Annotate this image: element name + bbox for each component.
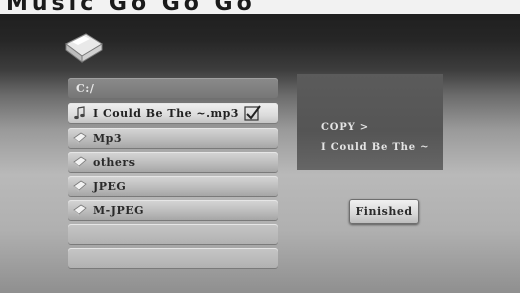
folder-icon bbox=[73, 180, 87, 192]
list-item-empty bbox=[68, 248, 278, 268]
list-item-empty bbox=[68, 224, 278, 244]
list-item-label: Mp3 bbox=[93, 131, 123, 145]
list-item-label: M-JPEG bbox=[93, 203, 144, 217]
finished-button[interactable]: Finished bbox=[349, 199, 419, 224]
music-note-icon bbox=[74, 106, 85, 120]
list-item-folder[interactable]: JPEG bbox=[68, 176, 278, 196]
header-band: Music Go Go Go bbox=[0, 0, 520, 16]
list-item-folder[interactable]: M-JPEG bbox=[68, 200, 278, 220]
folder-icon bbox=[73, 156, 87, 168]
checkmark-icon[interactable] bbox=[244, 104, 262, 122]
header-title: Music Go Go Go bbox=[6, 0, 256, 16]
copy-status-panel: COPY > I Could Be The ~ bbox=[297, 74, 443, 170]
path-label: C:/ bbox=[76, 81, 95, 95]
list-item-label: I Could Be The ~.mp3 bbox=[93, 106, 239, 120]
folder-icon bbox=[65, 33, 103, 63]
file-list: C:/ I Could Be The ~.mp3 Mp3 others JPEG… bbox=[68, 78, 280, 270]
list-item-file[interactable]: I Could Be The ~.mp3 bbox=[68, 103, 278, 123]
copy-screen: Music Go Go Go C:/ I Could Be The ~.mp3 bbox=[0, 0, 520, 293]
folder-icon bbox=[73, 204, 87, 216]
list-item-label: others bbox=[93, 155, 136, 169]
list-item-folder[interactable]: others bbox=[68, 152, 278, 172]
copy-action-label: COPY > bbox=[321, 122, 369, 133]
copy-file-label: I Could Be The ~ bbox=[321, 142, 430, 153]
list-item-label: JPEG bbox=[93, 179, 127, 193]
path-bar: C:/ bbox=[68, 78, 278, 98]
folder-icon bbox=[73, 132, 87, 144]
list-item-folder[interactable]: Mp3 bbox=[68, 128, 278, 148]
